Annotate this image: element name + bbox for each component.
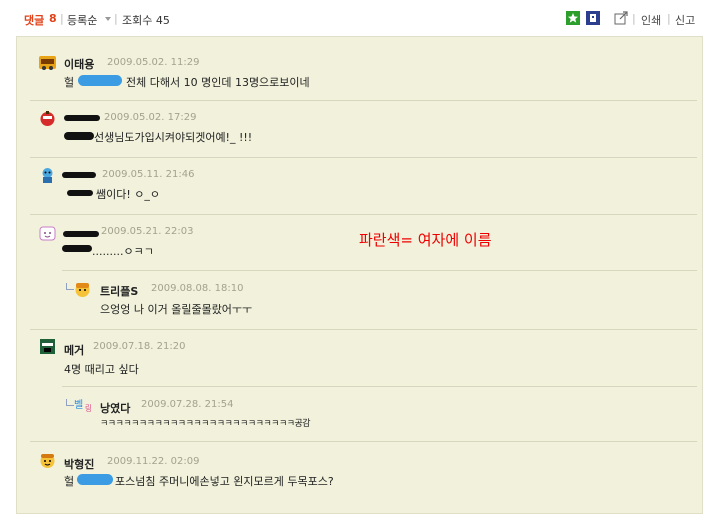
comment-date: 2009.08.08. 18:10 [151, 283, 244, 294]
avatar-icon[interactable]: 벨 랑 [74, 396, 91, 413]
comment-date: 2009.05.02. 11:29 [107, 57, 200, 68]
comment-date: 2009.05.11. 21:46 [102, 169, 195, 180]
divider [62, 270, 697, 271]
blog-icon[interactable] [586, 11, 600, 25]
redacted-name-mark [67, 190, 93, 196]
comment-text: 4명 때리고 싶다 [64, 363, 139, 376]
divider [62, 386, 697, 387]
redacted-name-mark [64, 132, 94, 140]
divider [30, 214, 697, 215]
reply-indicator-icon [66, 399, 74, 406]
redacted-name-mark [78, 75, 122, 86]
avatar-icon[interactable] [74, 281, 91, 298]
divider: | [632, 12, 636, 25]
avatar-icon[interactable] [39, 167, 56, 184]
divider: | [667, 12, 671, 25]
redacted-name-mark [62, 245, 92, 252]
divider [30, 157, 697, 158]
redacted-author-mark [64, 115, 100, 121]
print-button[interactable]: 인쇄 [641, 12, 661, 28]
comment-text: 포스넘침 주머니에손넣고 왼지모르게 두목포스? [115, 475, 334, 488]
svg-text:벨: 벨 [74, 399, 83, 411]
reply-indicator-icon [66, 283, 74, 290]
comment-list [16, 36, 703, 514]
comment-text: 선생님도가입시켜야되겟어예!_ !!! [94, 131, 253, 144]
redacted-author-mark [63, 231, 99, 237]
comment-text: 전체 다해서 10 명인데 13명으로보이네 [126, 76, 310, 89]
comment-text: 으엉엉 나 이거 올릴줄몰랐어ㅜㅜ [100, 303, 253, 316]
comment-date: 2009.07.28. 21:54 [141, 399, 234, 410]
divider [30, 441, 697, 442]
comment-date: 2009.05.02. 17:29 [104, 112, 197, 123]
comment-prefix: 헐 [64, 76, 75, 89]
avatar-icon[interactable] [39, 338, 56, 355]
comment-date: 2009.11.22. 02:09 [107, 456, 200, 467]
redacted-author-mark [62, 172, 96, 178]
star-icon[interactable] [566, 11, 580, 25]
chevron-down-icon[interactable] [105, 17, 111, 21]
report-button[interactable]: 신고 [675, 12, 695, 28]
divider [30, 329, 697, 330]
redacted-name-mark [77, 474, 113, 485]
divider: | [114, 12, 118, 25]
comment-prefix: 헐 [64, 475, 75, 488]
avatar-icon[interactable] [39, 54, 56, 71]
comment-text: 쌤이다! ㅇ_ㅇ [96, 188, 161, 201]
comments-count[interactable]: 8 [49, 12, 57, 25]
comment-text: .........ㅇㅋㄱ [92, 245, 154, 258]
sort-dropdown[interactable]: 등록순 [67, 12, 97, 28]
annotation-text: 파란색= 여자에 이름 [359, 231, 492, 249]
avatar-icon[interactable] [39, 225, 56, 242]
comment-text: ㅋㅋㅋㅋㅋㅋㅋㅋㅋㅋㅋㅋㅋㅋㅋㅋㅋㅋㅋㅋㅋㅋㅋㅋㅋ공감 [100, 419, 311, 429]
comment-author[interactable]: 이태용 [64, 56, 94, 72]
comment-author[interactable]: 박형진 [64, 456, 94, 472]
view-count: 조회수 45 [122, 14, 170, 27]
comment-header-bar: 댓글 8 | 등록순 | 조회수 45 | 인쇄 | 신고 [0, 0, 720, 36]
svg-text:랑: 랑 [85, 403, 91, 413]
avatar-icon[interactable] [39, 452, 56, 469]
comment-author[interactable]: 낭였다 [100, 400, 130, 416]
divider: | [60, 12, 64, 25]
divider [30, 100, 697, 101]
comment-date: 2009.05.21. 22:03 [101, 226, 194, 237]
comment-author[interactable]: 트리플S [100, 283, 138, 299]
comments-label[interactable]: 댓글 [24, 12, 44, 28]
comment-date: 2009.07.18. 21:20 [93, 341, 186, 352]
avatar-icon[interactable] [39, 110, 56, 127]
share-icon[interactable] [614, 10, 629, 25]
comment-author[interactable]: 메거 [64, 342, 84, 358]
